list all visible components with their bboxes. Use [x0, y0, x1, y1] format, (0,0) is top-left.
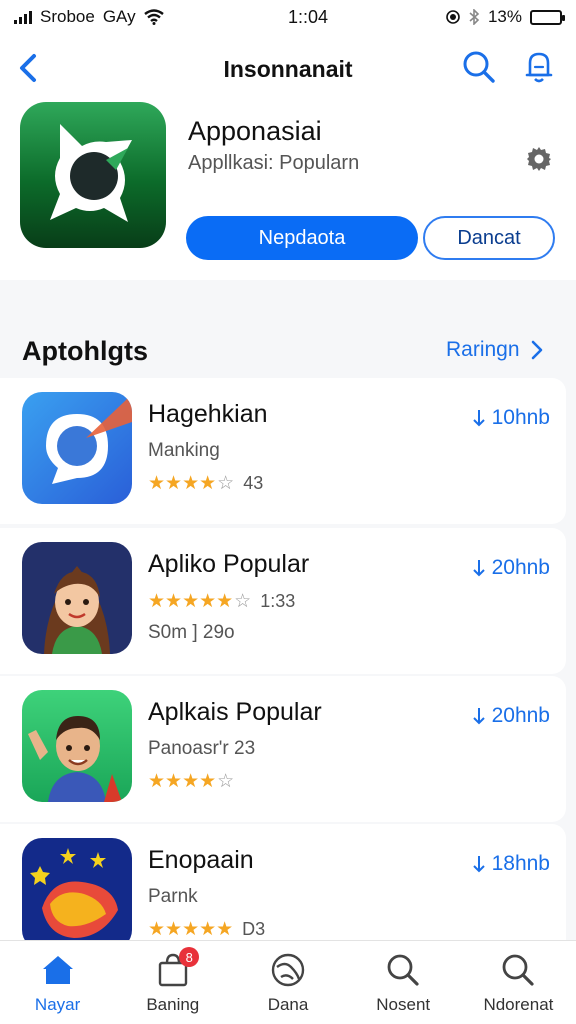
- app-meta: Parnk: [148, 886, 198, 907]
- bluetooth-icon: [469, 9, 480, 25]
- status-bar: Sroboe GAy 1::04 13%: [0, 0, 576, 34]
- stars-game-icon: [22, 838, 132, 950]
- download-arrow-icon: [472, 560, 485, 577]
- search-icon: [387, 954, 419, 986]
- battery-icon: [530, 9, 565, 25]
- search-icon[interactable]: [460, 48, 498, 86]
- app-title: Enopaain: [148, 846, 254, 874]
- app-rating: ★★★★ ☆ 43: [148, 472, 263, 495]
- tab-label: Ndorenat: [483, 995, 554, 1014]
- section-link-label: Raringn: [446, 338, 520, 361]
- bell-icon[interactable]: [520, 48, 558, 86]
- app-title: Apliko Popular: [148, 550, 310, 578]
- rating-count: 43: [243, 473, 264, 493]
- download-size: 18hnb: [491, 852, 550, 875]
- list-item[interactable]: Apliko Popular ★★★★★ ☆ 1:33 S0m ] 29o 20hn…: [0, 528, 566, 674]
- status-time: 1::04: [287, 6, 329, 27]
- tab-search[interactable]: Nosent: [346, 941, 461, 1024]
- rating-count: D3: [242, 919, 266, 939]
- app-rating: ★★★★★ D3: [148, 918, 265, 941]
- rating-stars: ★★★★ ☆ 43: [148, 473, 264, 494]
- section-link[interactable]: Raringn: [446, 338, 544, 362]
- download-arrow-icon: [472, 708, 485, 725]
- download-button[interactable]: 18hnb: [472, 852, 550, 876]
- alarm-icon: [446, 10, 460, 24]
- app-meta: S0m ] 29o: [148, 622, 235, 643]
- download-arrow-icon: [472, 856, 485, 873]
- rating-stars: ★★★★ ☆: [148, 771, 235, 792]
- app-logo-icon: [20, 102, 166, 248]
- app-rating: ★★★★ ☆: [148, 770, 234, 793]
- home-icon: [42, 956, 73, 984]
- rating-stars: ★★★★★ ☆ 1:33: [148, 591, 296, 612]
- tab-shopping[interactable]: 8 Baning: [115, 941, 230, 1024]
- app-header: Apponasiai Appllkasi: Popularn Nepdaota …: [0, 102, 576, 280]
- list-item[interactable]: Hagehkian Manking ★★★★ ☆ 43 10hnb: [0, 378, 566, 524]
- app-title: Hagehkian: [148, 400, 268, 428]
- tab-home[interactable]: Nayar: [0, 941, 115, 1024]
- download-button[interactable]: 20hnb: [472, 556, 550, 580]
- rating-stars: ★★★★★ D3: [148, 919, 266, 940]
- tab-label: Nayar: [34, 995, 81, 1014]
- gear-icon[interactable]: [526, 146, 552, 172]
- download-size: 10hnb: [491, 406, 550, 429]
- battery-percent: 13%: [487, 7, 522, 26]
- tab-search-2[interactable]: Ndorenat: [461, 941, 576, 1024]
- tab-label: Baning: [146, 995, 200, 1014]
- download-size: 20hnb: [491, 704, 550, 727]
- man-avatar-icon: [22, 690, 132, 802]
- carrier-label: Sroboe: [40, 7, 95, 26]
- tab-globe[interactable]: Dana: [230, 941, 345, 1024]
- app-category: Manking: [148, 440, 220, 461]
- update-button[interactable]: Nepdaota: [186, 216, 418, 260]
- secondary-button[interactable]: Dancat: [423, 216, 555, 260]
- app-subtitle: Appllkasi: Popularn: [188, 152, 360, 174]
- app-meta: Panoasr'r 23: [148, 738, 256, 759]
- chat-bubble-icon: [22, 392, 132, 504]
- app-rating: ★★★★★ ☆ 1:33: [148, 590, 295, 613]
- network-label: GAy: [102, 7, 136, 26]
- download-size: 20hnb: [491, 556, 550, 579]
- tab-label: Nosent: [376, 995, 431, 1014]
- download-arrow-icon: [472, 410, 485, 427]
- rating-count: 1:33: [260, 591, 296, 611]
- woman-avatar-icon: [22, 542, 132, 654]
- list-item[interactable]: Aplkais Popular Panoasr'r 23 ★★★★ ☆ 20hnb: [0, 676, 566, 822]
- app-name: Apponasiai: [188, 116, 322, 146]
- search-icon: [503, 954, 535, 986]
- wifi-icon: [143, 9, 164, 25]
- globe-icon: [271, 953, 305, 987]
- notification-badge: 8: [179, 947, 200, 967]
- signal-icon: [14, 10, 32, 24]
- navigation-bar: Insonnanait: [0, 34, 576, 102]
- app-title: Aplkais Popular: [148, 698, 322, 726]
- chevron-right-icon: [531, 340, 542, 360]
- download-button[interactable]: 10hnb: [472, 406, 550, 430]
- section-title: Aptohlgts: [22, 336, 148, 366]
- tab-label: Dana: [267, 995, 309, 1014]
- tab-bar: Nayar 8 Baning Dana Nosent Ndorenat: [0, 940, 576, 1024]
- download-button[interactable]: 20hnb: [472, 704, 550, 728]
